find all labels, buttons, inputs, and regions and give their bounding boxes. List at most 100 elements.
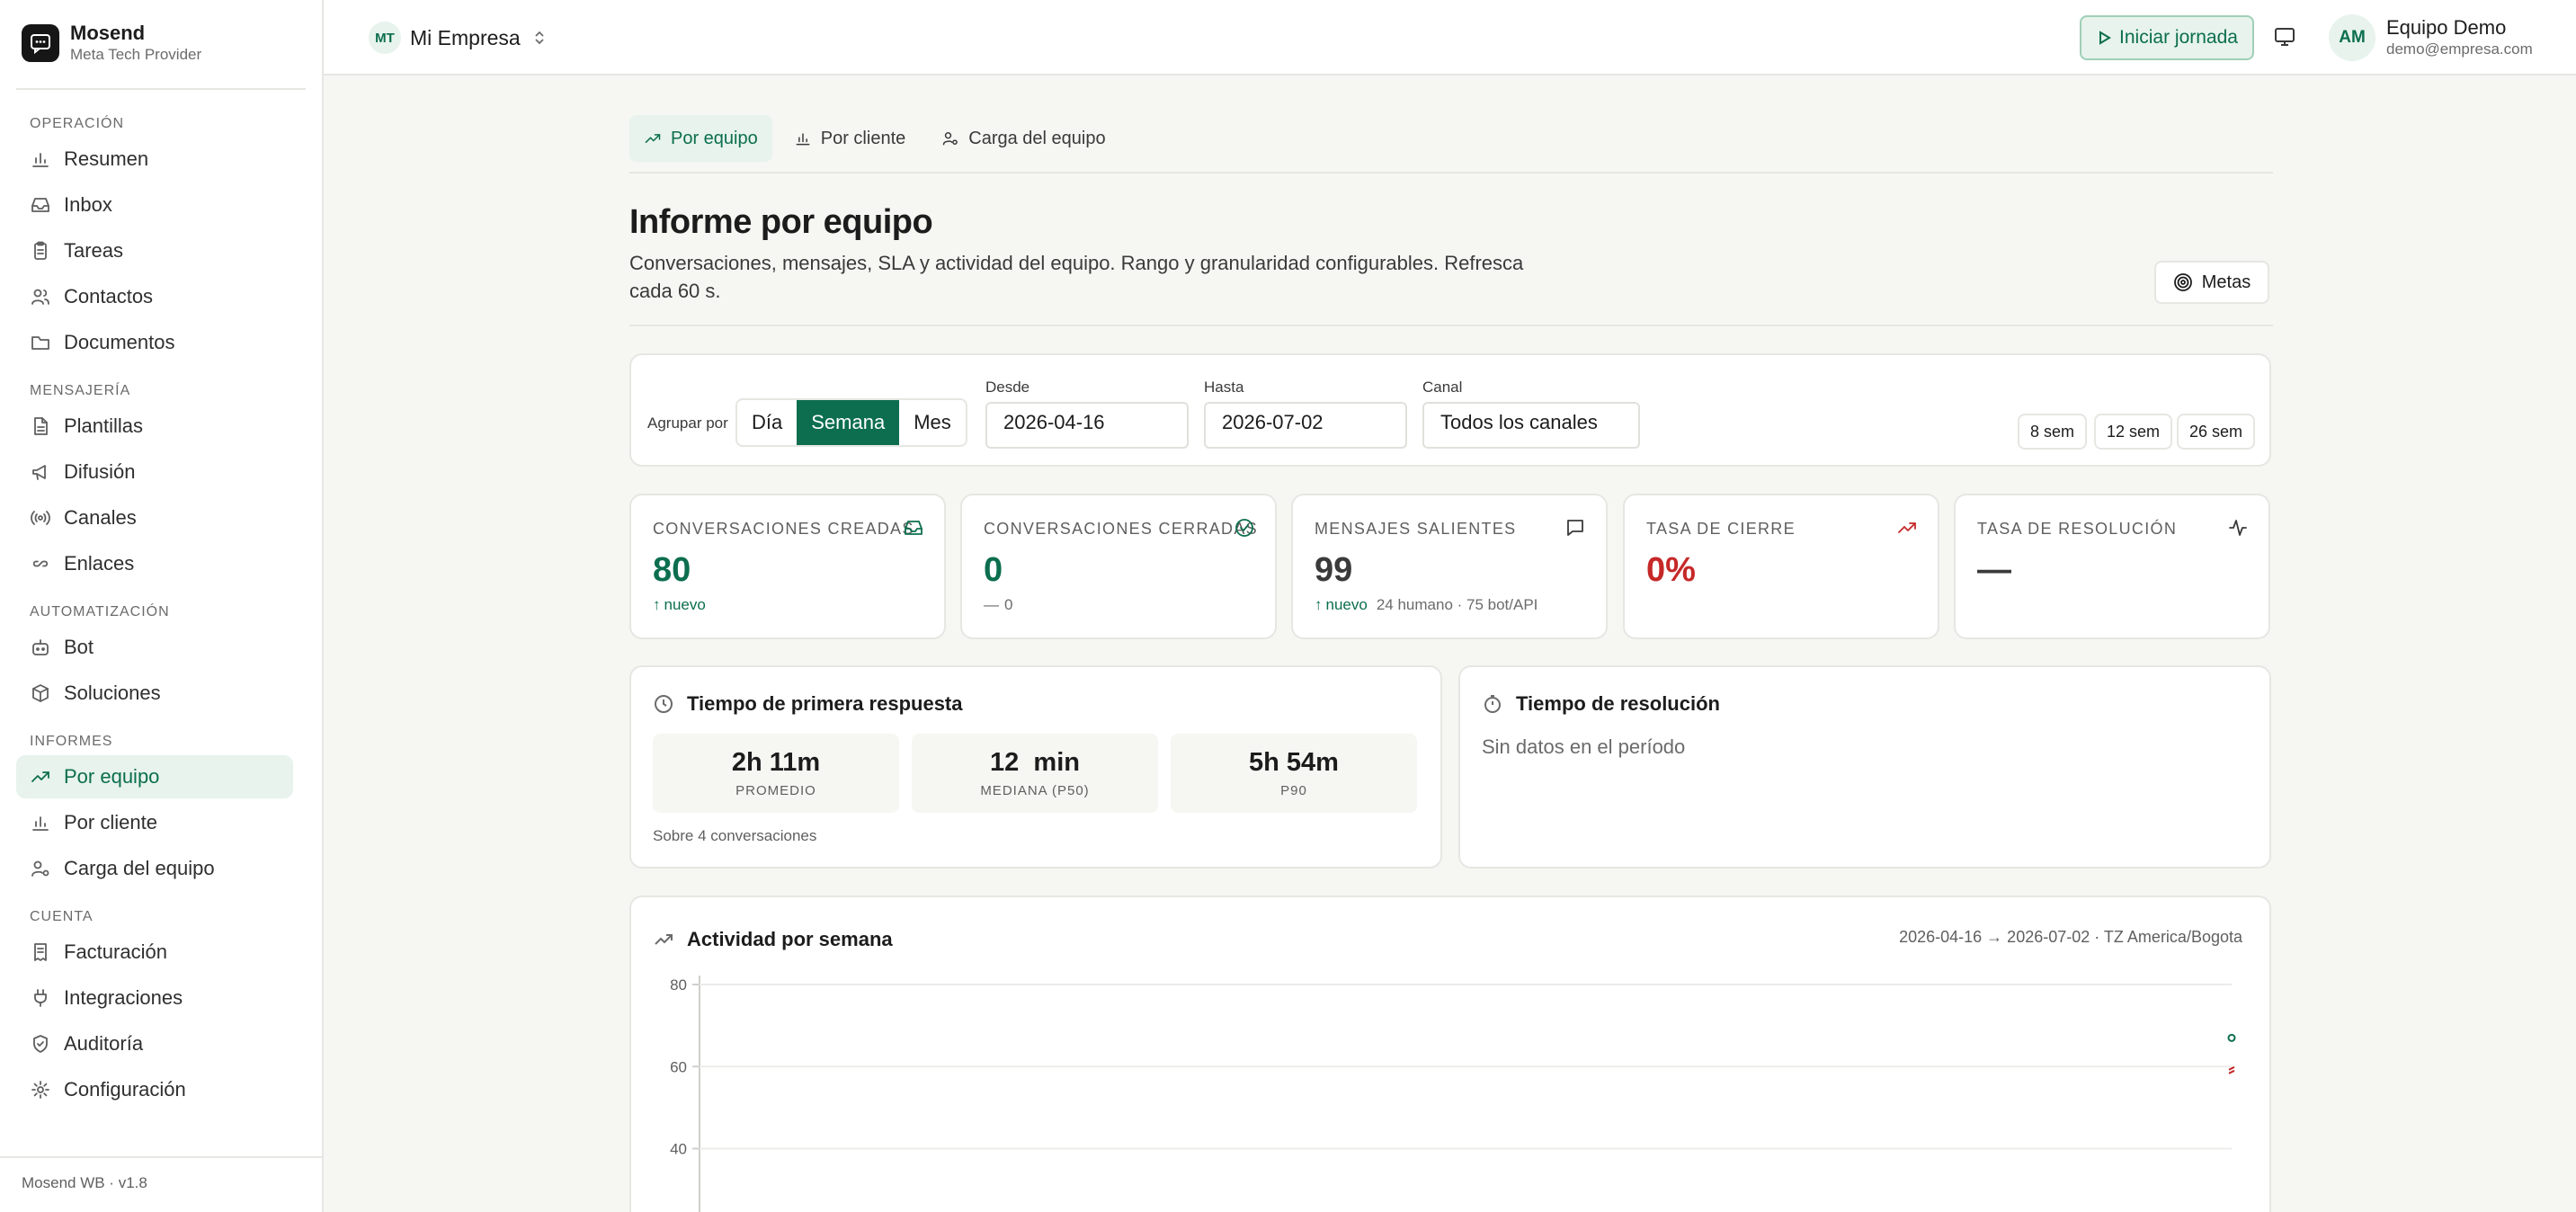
kpi-title: Mensajes salientes bbox=[1315, 520, 1517, 538]
tab-por-cliente[interactable]: Por cliente bbox=[780, 115, 921, 162]
resolution-title: Tiempo de resolución bbox=[1516, 692, 1720, 715]
sidebar-item-carga-del-equipo[interactable]: Carga del equipo bbox=[16, 847, 293, 890]
inbox-icon bbox=[903, 517, 924, 539]
divider bbox=[629, 325, 2273, 326]
sidebar-item-canales[interactable]: Canales bbox=[16, 496, 293, 539]
sidebar-item-integraciones[interactable]: Integraciones bbox=[16, 976, 293, 1020]
brand[interactable]: Mosend Meta Tech Provider bbox=[22, 22, 201, 65]
monitor-icon[interactable] bbox=[2273, 25, 2296, 49]
avatar[interactable]: AM bbox=[2329, 14, 2375, 61]
to-date-input[interactable]: 2026-07-02 bbox=[1204, 402, 1407, 449]
sidebar-item-label: Inbox bbox=[64, 193, 112, 216]
arrow-up-icon: ↑ bbox=[653, 596, 661, 613]
sidebar-item-label: Bot bbox=[64, 636, 94, 658]
kpi-card-mensajes-salientes: Mensajes salientes 99 ↑ nuevo 24 humano · 75… bbox=[1291, 494, 1608, 639]
series-point bbox=[2227, 1033, 2236, 1042]
bar-chart-icon bbox=[794, 129, 821, 147]
sidebar-item-label: Carga del equipo bbox=[64, 857, 215, 879]
sidebar-item-bot[interactable]: Bot bbox=[16, 626, 293, 669]
kpi-title: Conversaciones cerradas bbox=[984, 520, 1258, 538]
group-option-mes[interactable]: Mes bbox=[899, 400, 966, 445]
sidebar-item-label: Facturación bbox=[64, 940, 167, 963]
kpi-foot: ↑ nuevo 24 humano · 75 bot/API bbox=[1315, 596, 1538, 614]
user-email: demo@empresa.com bbox=[2386, 40, 2533, 58]
group-option-dia[interactable]: Día bbox=[737, 400, 797, 445]
shield-icon bbox=[30, 1033, 51, 1055]
sidebar-item-label: Tareas bbox=[64, 239, 124, 262]
stat-median: 12 min MEDIANA (P50) bbox=[912, 734, 1158, 813]
start-shift-button[interactable]: Iniciar jornada bbox=[2080, 15, 2254, 60]
kpi-extra: 24 humano · 75 bot/API bbox=[1376, 596, 1538, 613]
user-cog-icon bbox=[941, 129, 968, 147]
gear-icon bbox=[30, 1079, 51, 1101]
sidebar-item-label: Auditoría bbox=[64, 1032, 144, 1055]
activity-header: Actividad por semana bbox=[653, 928, 893, 951]
sidebar-item-label: Integraciones bbox=[64, 986, 183, 1009]
sidebar-item-facturacion[interactable]: Facturación bbox=[16, 931, 293, 974]
range-chip-26[interactable]: 26 sem bbox=[2177, 414, 2256, 450]
y-tick-label: 80 bbox=[670, 976, 687, 994]
kpi-card-conversaciones-creadas: Conversaciones creadas 80 ↑ nuevo bbox=[629, 494, 946, 639]
resolution-header: Tiempo de resolución bbox=[1482, 692, 1720, 716]
sidebar-item-inbox[interactable]: Inbox bbox=[16, 183, 293, 227]
sidebar-item-contactos[interactable]: Contactos bbox=[16, 275, 293, 318]
tab-label: Carga del equipo bbox=[968, 128, 1106, 148]
tab-carga-del-equipo[interactable]: Carga del equipo bbox=[927, 115, 1119, 162]
link-icon bbox=[30, 553, 51, 575]
sidebar-item-auditoria[interactable]: Auditoría bbox=[16, 1022, 293, 1065]
activity-icon bbox=[2227, 517, 2249, 539]
clipboard-icon bbox=[30, 240, 51, 262]
goals-button[interactable]: Metas bbox=[2154, 261, 2269, 304]
stat-value: 12 min bbox=[990, 748, 1080, 777]
range-chip-12[interactable]: 12 sem bbox=[2094, 414, 2173, 450]
kpi-card-tasa-de-cierre: Tasa de cierre 0% bbox=[1623, 494, 1939, 639]
stat-value: 5h 54m bbox=[1249, 748, 1339, 777]
sidebar-item-configuracion[interactable]: Configuración bbox=[16, 1068, 293, 1111]
sidebar-item-soluciones[interactable]: Soluciones bbox=[16, 672, 293, 715]
receipt-icon bbox=[30, 941, 51, 963]
sidebar-item-tareas[interactable]: Tareas bbox=[16, 229, 293, 272]
sidebar-item-difusion[interactable]: Difusión bbox=[16, 450, 293, 494]
brand-logo-icon bbox=[22, 24, 59, 62]
report-tabs: Por equipo Por cliente Carga del equipo bbox=[629, 115, 1128, 162]
sidebar-item-label: Por cliente bbox=[64, 811, 157, 833]
nav-section-title: Mensajería bbox=[30, 383, 131, 398]
kpi-foot: —0 bbox=[984, 596, 1012, 614]
activity-range: 2026-04-16 → 2026-07-02 · TZ America/Bog… bbox=[1899, 928, 2242, 946]
sidebar-nav: Operación Resumen Inbox Tareas Contactos Docu… bbox=[16, 113, 293, 1111]
group-by-segmented: Día Semana Mes bbox=[735, 398, 967, 447]
sidebar-item-label: Enlaces bbox=[64, 552, 135, 575]
sidebar-item-enlaces[interactable]: Enlaces bbox=[16, 542, 293, 585]
from-date-input[interactable]: 2026-04-16 bbox=[985, 402, 1189, 449]
resolution-empty-text: Sin datos en el período bbox=[1482, 735, 1686, 758]
page-title: Informe por equipo bbox=[629, 203, 933, 241]
group-option-semana[interactable]: Semana bbox=[797, 400, 900, 445]
from-label: Desde bbox=[985, 379, 1030, 396]
sidebar-item-documentos[interactable]: Documentos bbox=[16, 321, 293, 364]
org-name: Mi Empresa bbox=[410, 25, 521, 49]
filters-card: Agrupar por Día Semana Mes Desde 2026-04-1… bbox=[629, 353, 2271, 467]
nav-section-title: Cuenta bbox=[30, 909, 94, 924]
sidebar-footer: Mosend WB · v1.8 bbox=[0, 1156, 322, 1212]
trending-up-icon bbox=[644, 129, 671, 147]
sidebar-item-por-cliente[interactable]: Por cliente bbox=[16, 801, 293, 844]
tab-label: Por equipo bbox=[671, 128, 758, 148]
sidebar-item-por-equipo[interactable]: Por equipo bbox=[16, 755, 293, 798]
user-info[interactable]: Equipo Demo demo@empresa.com bbox=[2386, 16, 2533, 59]
sidebar-item-resumen[interactable]: Resumen bbox=[16, 138, 293, 181]
clock-icon bbox=[655, 695, 673, 713]
channel-select[interactable]: Todos los canales bbox=[1422, 402, 1640, 449]
user-name: Equipo Demo bbox=[2386, 16, 2507, 39]
tab-por-equipo[interactable]: Por equipo bbox=[629, 115, 772, 162]
brand-subtitle: Meta Tech Provider bbox=[70, 46, 202, 63]
activity-card: 20406080 Actividad por semana 2026-04-16… bbox=[629, 896, 2271, 1212]
divider bbox=[16, 88, 306, 90]
goals-label: Metas bbox=[2201, 272, 2251, 292]
range-chip-8[interactable]: 8 sem bbox=[2018, 414, 2088, 450]
nav-section-title: Informes bbox=[30, 734, 113, 749]
org-switcher[interactable]: MT Mi Empresa bbox=[369, 22, 548, 54]
nav-gap bbox=[16, 715, 293, 731]
sidebar-item-plantillas[interactable]: Plantillas bbox=[16, 405, 293, 448]
plug-icon bbox=[30, 987, 51, 1009]
file-text-icon bbox=[30, 415, 51, 437]
